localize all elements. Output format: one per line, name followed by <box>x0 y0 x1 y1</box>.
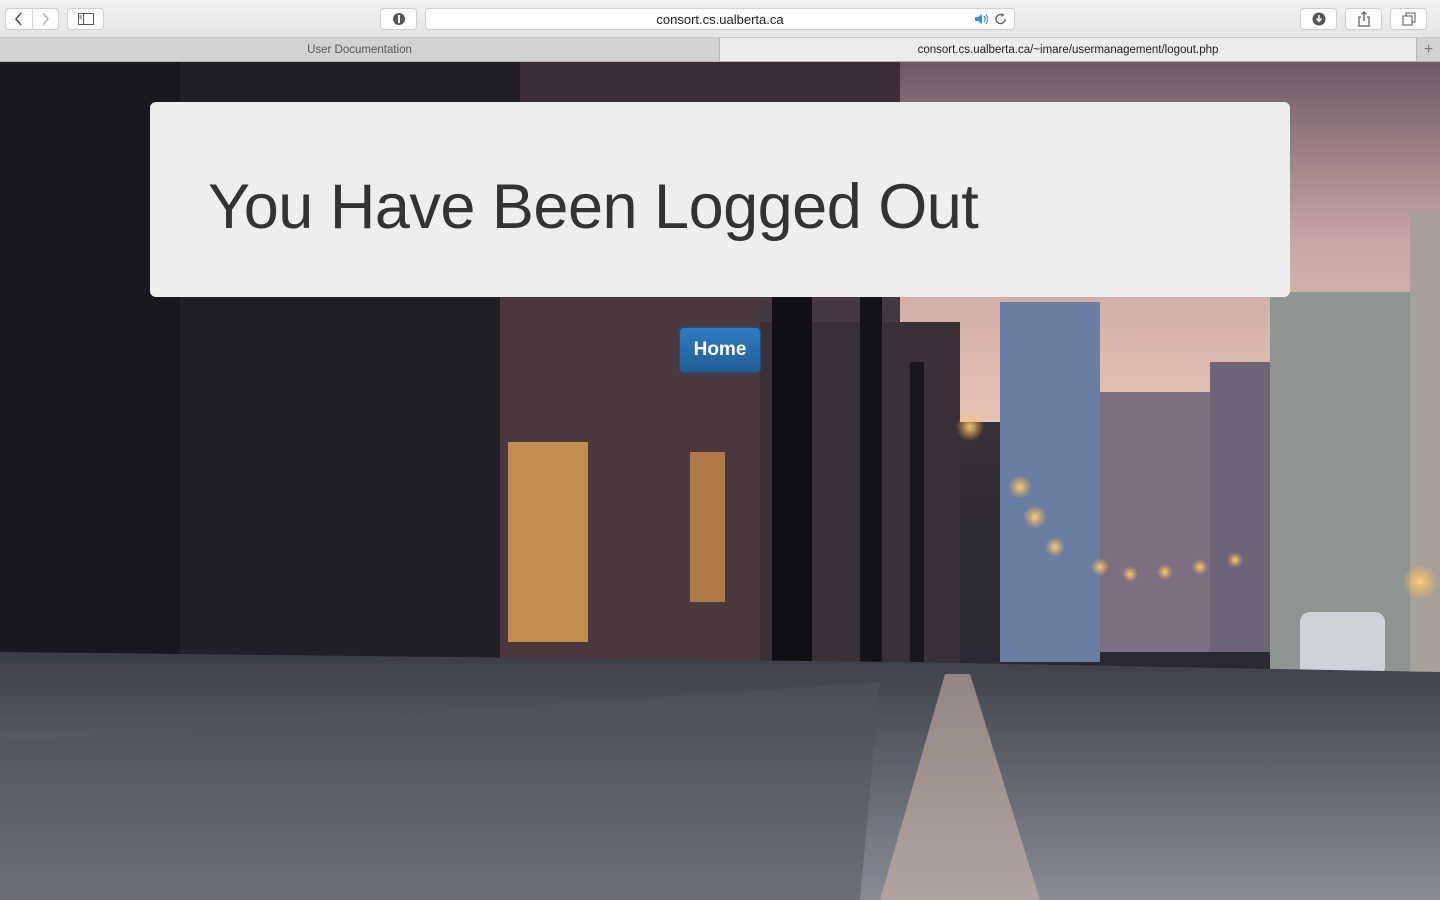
page-title: You Have Been Logged Out <box>208 172 979 242</box>
back-button[interactable] <box>6 9 32 29</box>
url-text: consort.cs.ualberta.ca <box>656 11 784 27</box>
tab-label: consort.cs.ualberta.ca/~imare/usermanage… <box>917 43 1219 56</box>
sidebar-icon <box>77 13 94 25</box>
download-icon <box>1312 12 1325 26</box>
home-button[interactable]: Home <box>679 327 761 373</box>
page-viewport: You Have Been Logged Out Home <box>0 62 1440 900</box>
logout-message-panel: You Have Been Logged Out <box>150 102 1290 297</box>
forward-button[interactable] <box>31 9 59 29</box>
chevron-right-icon <box>42 12 50 26</box>
share-button[interactable] <box>1345 8 1382 30</box>
new-tab-button[interactable]: + <box>1417 38 1440 61</box>
tab-bar: User Documentation consort.cs.ualberta.c… <box>0 38 1440 62</box>
tabs-overview-icon <box>1402 12 1415 26</box>
speaker-icon[interactable] <box>974 12 990 26</box>
sidebar-button[interactable] <box>67 8 104 30</box>
share-icon <box>1357 11 1370 27</box>
browser-toolbar: consort.cs.ualberta.ca <box>0 0 1440 38</box>
reload-icon[interactable] <box>994 12 1008 26</box>
nav-button-group <box>5 8 59 30</box>
plus-icon: + <box>1423 40 1434 58</box>
chevron-left-icon <box>14 12 22 26</box>
tab-overview-button[interactable] <box>1390 8 1427 30</box>
tab-label: User Documentation <box>307 43 412 56</box>
privacy-button[interactable] <box>380 8 417 30</box>
tab-logout-page[interactable]: consort.cs.ualberta.ca/~imare/usermanage… <box>720 38 1417 61</box>
tab-user-documentation[interactable]: User Documentation <box>0 38 720 61</box>
downloads-button[interactable] <box>1300 8 1337 30</box>
shield-icon <box>392 13 405 25</box>
address-bar[interactable]: consort.cs.ualberta.ca <box>425 8 1015 30</box>
